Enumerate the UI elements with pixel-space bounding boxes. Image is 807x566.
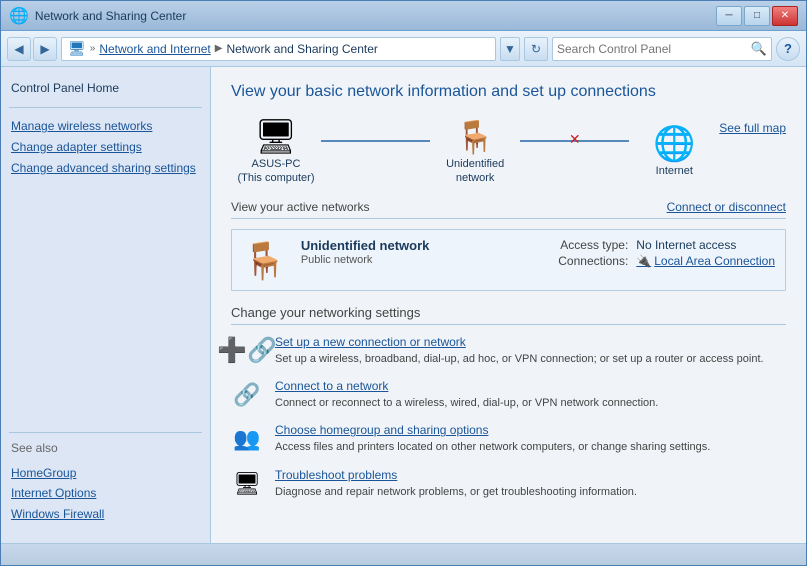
net-label-network: Unidentified network: [430, 157, 520, 186]
breadcrumb-dropdown-button[interactable]: ▼: [500, 37, 520, 61]
sidebar-divider-2: [9, 432, 202, 433]
bench-icon: 🪑: [242, 240, 287, 282]
connect-network-icon: 🔗: [231, 379, 263, 411]
network-diagram: 🖥 ASUS-PC(This computer) 🪑 Unidentified …: [231, 117, 719, 186]
title-bar: 🌐 Network and Sharing Center ─ □ ✕: [1, 1, 806, 31]
setup-connection-icon: ➕🔗: [231, 335, 263, 367]
active-networks-header: View your active networks Connect or dis…: [231, 200, 786, 219]
minimize-button[interactable]: ─: [716, 6, 742, 26]
network-name: Unidentified network: [301, 238, 534, 253]
troubleshoot-icon: 🖥: [231, 468, 263, 500]
sidebar-link-wireless[interactable]: Manage wireless networks: [11, 116, 200, 137]
breadcrumb-item-1[interactable]: Network and Internet: [99, 42, 210, 56]
connect-network-link[interactable]: Connect to a network: [275, 379, 658, 393]
see-full-map-link[interactable]: See full map: [719, 121, 786, 135]
see-also-links: HomeGroup Internet Options Windows Firew…: [1, 459, 210, 533]
computer-icon: 🖥: [252, 117, 300, 157]
refresh-button[interactable]: ↻: [524, 37, 548, 61]
active-networks-label: View your active networks: [231, 200, 370, 214]
access-type-key: Access type:: [548, 238, 628, 252]
folder-icon: 🌐: [9, 6, 29, 26]
setting-item-2: 🔗 Connect to a network Connect or reconn…: [231, 379, 786, 411]
net-line-1: [321, 140, 430, 142]
sidebar: Control Panel Home Manage wireless netwo…: [1, 67, 211, 543]
close-button[interactable]: ✕: [772, 6, 798, 26]
forward-button[interactable]: ▶: [33, 37, 57, 61]
help-button[interactable]: ?: [776, 37, 800, 61]
net-node-network: 🪑 Unidentified network: [430, 117, 520, 186]
window-title: Network and Sharing Center: [35, 9, 186, 23]
active-network-panel: 🪑 Unidentified network Public network Ac…: [231, 229, 786, 291]
see-also-label: See also: [1, 437, 210, 459]
net-node-computer: 🖥 ASUS-PC(This computer): [231, 117, 321, 186]
troubleshoot-link[interactable]: Troubleshoot problems: [275, 468, 637, 482]
network-type: Public network: [301, 254, 534, 266]
network-info: Unidentified network Public network: [301, 238, 534, 266]
breadcrumb-current: Network and Sharing Center: [226, 42, 377, 56]
net-label-internet: Internet: [656, 164, 693, 178]
setting-text-3: Choose homegroup and sharing options Acc…: [275, 423, 710, 455]
net-node-internet: 🌐 Internet: [629, 124, 719, 178]
connections-row: Connections: 🔌 Local Area Connection: [548, 254, 775, 268]
network-details: Access type: No Internet access Connecti…: [548, 238, 775, 268]
window: 🌐 Network and Sharing Center ─ □ ✕ ◀ ▶ 🖥…: [0, 0, 807, 566]
setting-text-4: Troubleshoot problems Diagnose and repai…: [275, 468, 637, 500]
troubleshoot-desc: Diagnose and repair network problems, or…: [275, 486, 637, 498]
connection-icon: 🔌: [636, 254, 651, 268]
sidebar-links: Manage wireless networks Change adapter …: [1, 112, 210, 186]
internet-icon: 🌐: [650, 124, 698, 164]
content-title: View your basic network information and …: [231, 83, 786, 101]
content-area: View your basic network information and …: [211, 67, 806, 543]
address-bar: ◀ ▶ 🖥 » Network and Internet ▶ Network a…: [1, 31, 806, 67]
breadcrumb-bar: 🖥 » Network and Internet ▶ Network and S…: [61, 37, 496, 61]
sidebar-home-link[interactable]: Control Panel Home: [1, 77, 210, 103]
connect-disconnect-link[interactable]: Connect or disconnect: [667, 200, 786, 214]
connection-name: Local Area Connection: [654, 254, 775, 268]
access-type-val: No Internet access: [636, 238, 736, 252]
setup-connection-desc: Set up a wireless, broadband, dial-up, a…: [275, 353, 764, 365]
local-area-connection-link[interactable]: 🔌 Local Area Connection: [636, 254, 775, 268]
sidebar-spacer: [1, 186, 210, 427]
setting-item-1: ➕🔗 Set up a new connection or network Se…: [231, 335, 786, 367]
search-icon[interactable]: 🔍: [751, 41, 767, 57]
connect-network-desc: Connect or reconnect to a wireless, wire…: [275, 397, 658, 409]
change-settings-title: Change your networking settings: [231, 305, 786, 325]
sidebar-link-internet-options[interactable]: Internet Options: [11, 483, 200, 504]
status-bar: [1, 543, 806, 565]
homegroup-desc: Access files and printers located on oth…: [275, 441, 710, 453]
breadcrumb-separator-2: ▶: [215, 43, 223, 54]
sidebar-link-homegroup[interactable]: HomeGroup: [11, 463, 200, 484]
title-bar-controls: ─ □ ✕: [716, 6, 798, 26]
connections-key: Connections:: [548, 254, 628, 268]
network-icon: 🪑: [451, 117, 499, 157]
title-bar-left: 🌐 Network and Sharing Center: [9, 6, 186, 26]
breadcrumb-icon: 🖥: [68, 40, 86, 57]
homegroup-icon: 👥: [231, 423, 263, 455]
search-bar: 🔍: [552, 37, 772, 61]
search-input[interactable]: [557, 42, 747, 56]
homegroup-link[interactable]: Choose homegroup and sharing options: [275, 423, 710, 437]
setup-connection-link[interactable]: Set up a new connection or network: [275, 335, 764, 349]
access-type-row: Access type: No Internet access: [548, 238, 775, 252]
net-label-computer: ASUS-PC(This computer): [237, 157, 314, 186]
maximize-button[interactable]: □: [744, 6, 770, 26]
breadcrumb-separator-1: »: [90, 43, 96, 54]
nav-buttons: ◀ ▶: [7, 37, 57, 61]
main-content: Control Panel Home Manage wireless netwo…: [1, 67, 806, 543]
sidebar-link-sharing[interactable]: Change advanced sharing settings: [11, 158, 200, 179]
net-line-2: [520, 140, 629, 142]
sidebar-divider-1: [9, 107, 202, 108]
back-button[interactable]: ◀: [7, 37, 31, 61]
sidebar-link-firewall[interactable]: Windows Firewall: [11, 504, 200, 525]
setting-text-2: Connect to a network Connect or reconnec…: [275, 379, 658, 411]
setting-text-1: Set up a new connection or network Set u…: [275, 335, 764, 367]
setting-item-4: 🖥 Troubleshoot problems Diagnose and rep…: [231, 468, 786, 500]
setting-item-3: 👥 Choose homegroup and sharing options A…: [231, 423, 786, 455]
sidebar-link-adapter[interactable]: Change adapter settings: [11, 137, 200, 158]
